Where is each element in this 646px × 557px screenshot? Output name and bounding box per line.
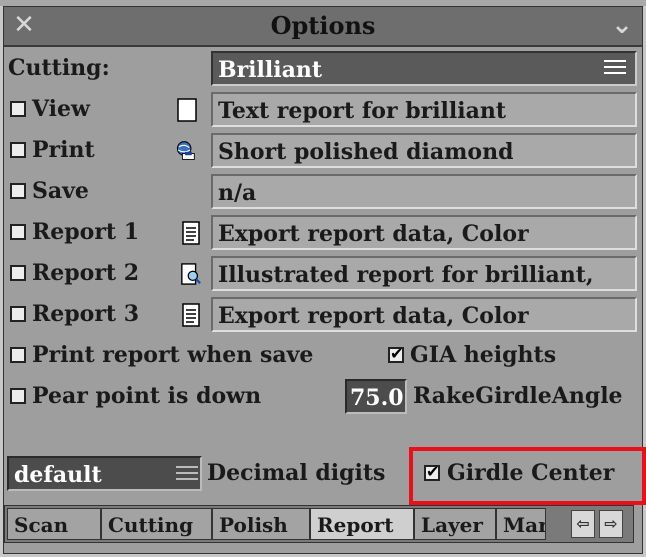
save-label: Save xyxy=(32,178,89,204)
title-bar[interactable]: ✕ Options ⌄ xyxy=(4,7,642,47)
print-label: Print xyxy=(32,137,95,163)
pear-point-row: Pear point is down 75.0 RakeGirdleAngle xyxy=(4,376,642,417)
report2-value: Illustrated report for brilliant, xyxy=(218,262,594,288)
print-report-when-save-checkbox[interactable] xyxy=(10,347,26,363)
printer-globe-icon xyxy=(176,141,195,160)
document-magnifier-icon xyxy=(181,263,201,285)
print-report-value: Short polished diamond xyxy=(218,139,514,165)
view-checkbox[interactable] xyxy=(10,101,26,117)
decimal-digits-value: default xyxy=(14,462,102,488)
scroll-right-icon[interactable]: ⇨ xyxy=(599,510,623,538)
report1-value: Export report data, Color xyxy=(218,221,529,247)
save-checkbox[interactable] xyxy=(10,183,26,199)
highlight-box xyxy=(409,447,646,505)
rake-girdle-angle-input[interactable]: 75.0 xyxy=(345,379,407,414)
pear-point-label: Pear point is down xyxy=(32,383,262,409)
output-row-view: View Text report for brilliant xyxy=(4,89,642,130)
output-row-report2: Report 2 Illustrated report for brillian… xyxy=(4,253,642,294)
view-report-field[interactable]: Text report for brilliant xyxy=(211,92,637,127)
gia-heights-checkbox[interactable] xyxy=(388,344,404,363)
rake-girdle-angle-label: RakeGirdleAngle xyxy=(413,383,623,409)
scroll-left-icon[interactable]: ⇦ xyxy=(571,510,595,538)
blank-page-icon xyxy=(177,98,197,122)
gia-heights-label: GIA heights xyxy=(410,342,557,368)
window-title: Options xyxy=(270,11,376,40)
tab-report[interactable]: Report xyxy=(310,508,414,540)
report3-value: Export report data, Color xyxy=(218,303,529,329)
report3-field[interactable]: Export report data, Color xyxy=(211,297,637,332)
report3-checkbox[interactable] xyxy=(10,306,26,322)
print-report-when-save-label: Print report when save xyxy=(32,342,314,368)
cutting-row: Cutting: Brilliant xyxy=(4,48,642,89)
report1-field[interactable]: Export report data, Color xyxy=(211,215,637,250)
save-report-field[interactable]: n/a xyxy=(211,174,637,209)
print-report-when-save-row: Print report when save GIA heights xyxy=(4,335,642,376)
cutting-label: Cutting: xyxy=(8,55,110,81)
menu-icon[interactable] xyxy=(604,56,626,78)
output-row-save: Save n/a xyxy=(4,171,642,212)
pear-point-checkbox[interactable] xyxy=(10,388,26,404)
chevron-down-icon[interactable]: ⌄ xyxy=(606,10,638,40)
report2-label: Report 2 xyxy=(32,260,140,286)
report2-checkbox[interactable] xyxy=(10,265,26,281)
report1-checkbox[interactable] xyxy=(10,224,26,240)
document-list-icon xyxy=(182,221,200,245)
menu-icon[interactable] xyxy=(176,462,198,484)
tab-scan[interactable]: Scan xyxy=(7,508,101,540)
report1-label: Report 1 xyxy=(32,219,140,245)
report3-label: Report 3 xyxy=(32,301,140,327)
output-row-print: Print Short polished diamond xyxy=(4,130,642,171)
cutting-select[interactable]: Brilliant xyxy=(211,51,637,86)
tab-polish[interactable]: Polish xyxy=(212,508,310,540)
decimal-digits-label: Decimal digits xyxy=(207,460,386,486)
tab-bar: Scan Cutting Polish Report Layer Mar ⇦ ⇨ xyxy=(4,505,634,543)
tab-layer[interactable]: Layer xyxy=(414,508,496,540)
rake-girdle-angle-value: 75.0 xyxy=(350,385,404,411)
tab-cutting[interactable]: Cutting xyxy=(101,508,212,540)
cutting-value: Brilliant xyxy=(218,57,323,83)
save-report-value: n/a xyxy=(218,180,257,206)
output-row-report1: Report 1 Export report data, Color xyxy=(4,212,642,253)
decimal-digits-select[interactable]: default xyxy=(7,456,202,491)
view-label: View xyxy=(32,96,90,122)
print-report-field[interactable]: Short polished diamond xyxy=(211,133,637,168)
print-checkbox[interactable] xyxy=(10,142,26,158)
view-report-value: Text report for brilliant xyxy=(218,98,507,124)
report2-field[interactable]: Illustrated report for brilliant, xyxy=(211,256,637,291)
output-row-report3: Report 3 Export report data, Color xyxy=(4,294,642,335)
document-list-icon xyxy=(182,303,200,327)
tab-mar[interactable]: Mar xyxy=(496,508,546,540)
